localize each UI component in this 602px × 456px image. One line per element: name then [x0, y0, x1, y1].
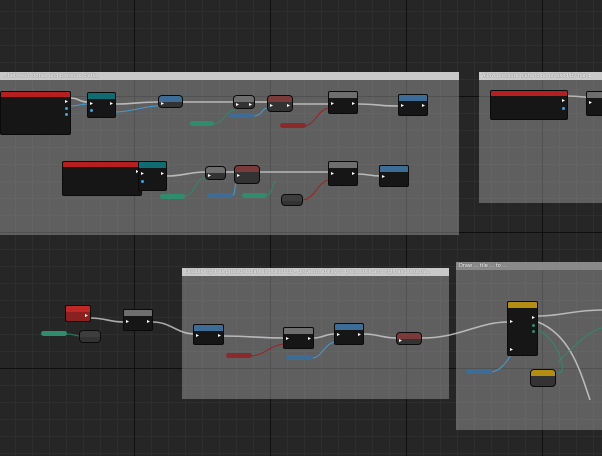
struct-variable-getter[interactable]	[190, 121, 214, 126]
set-node-2[interactable]	[379, 165, 409, 187]
bool-wire[interactable]	[301, 179, 331, 201]
struct-wire[interactable]	[557, 327, 602, 363]
exec-wire[interactable]	[537, 321, 591, 401]
struct-variable-getter[interactable]	[41, 331, 67, 336]
get-node-2[interactable]	[205, 166, 226, 180]
struct-variable-getter[interactable]	[242, 193, 267, 198]
make-node[interactable]	[281, 194, 303, 206]
object-wire[interactable]	[115, 105, 159, 113]
set-node-3[interactable]	[193, 324, 224, 345]
get-node[interactable]	[233, 95, 255, 109]
wire-layer	[65, 95, 602, 401]
cast-node[interactable]	[87, 92, 116, 118]
object-wire[interactable]	[69, 103, 89, 107]
function-call-node-2[interactable]	[328, 161, 358, 186]
object-variable-getter[interactable]	[286, 355, 313, 360]
object-wire[interactable]	[253, 107, 269, 117]
exec-wire[interactable]	[357, 103, 399, 107]
exec-wire[interactable]	[363, 333, 397, 339]
macro-node-for-loop[interactable]	[507, 301, 538, 356]
bool-variable-getter[interactable]	[226, 353, 252, 358]
set-node[interactable]	[398, 94, 428, 116]
function-call-node-3[interactable]	[586, 91, 602, 116]
exec-wire[interactable]	[89, 317, 125, 323]
exec-wire[interactable]	[165, 171, 206, 177]
object-variable-getter[interactable]	[466, 369, 492, 374]
exec-wire[interactable]	[152, 321, 195, 335]
make-node-2[interactable]	[79, 330, 101, 343]
event-node-pressed-by-hand[interactable]	[490, 90, 568, 120]
branch-node[interactable]	[158, 95, 183, 108]
exec-wire[interactable]	[115, 101, 159, 105]
struct-variable-getter[interactable]	[160, 194, 185, 199]
exec-wire[interactable]	[313, 333, 335, 339]
blueprint-graph-canvas[interactable]: ...between stones and pressure plates Al…	[0, 0, 602, 456]
custom-event-node[interactable]	[65, 305, 91, 322]
bool-variable-getter[interactable]	[280, 123, 306, 128]
object-wire[interactable]	[311, 341, 337, 359]
event-node-begin-overlap[interactable]	[0, 91, 71, 135]
bool-wire[interactable]	[249, 343, 287, 357]
select-node[interactable]	[267, 95, 293, 112]
exec-wire[interactable]	[357, 173, 381, 177]
struct-wire[interactable]	[183, 177, 206, 197]
select-node-2[interactable]	[234, 165, 260, 184]
function-call-node-5[interactable]	[283, 327, 314, 349]
struct-wire[interactable]	[265, 181, 277, 197]
function-call-node[interactable]	[328, 91, 358, 114]
object-variable-getter[interactable]	[207, 193, 233, 198]
function-call-node-4[interactable]	[123, 309, 153, 331]
struct-wire[interactable]	[65, 333, 81, 337]
object-variable-getter[interactable]	[229, 113, 254, 118]
exec-wire[interactable]	[223, 335, 285, 339]
event-node-end-overlap[interactable]	[62, 161, 142, 196]
set-node-4[interactable]	[334, 323, 364, 345]
exec-wire[interactable]	[537, 309, 602, 317]
bool-wire[interactable]	[303, 107, 331, 127]
exec-wire[interactable]	[421, 321, 509, 339]
cast-node-2[interactable]	[138, 161, 167, 191]
select-node-3[interactable]	[396, 332, 422, 345]
exec-wire[interactable]	[69, 97, 89, 103]
array-get-node[interactable]	[530, 369, 556, 387]
